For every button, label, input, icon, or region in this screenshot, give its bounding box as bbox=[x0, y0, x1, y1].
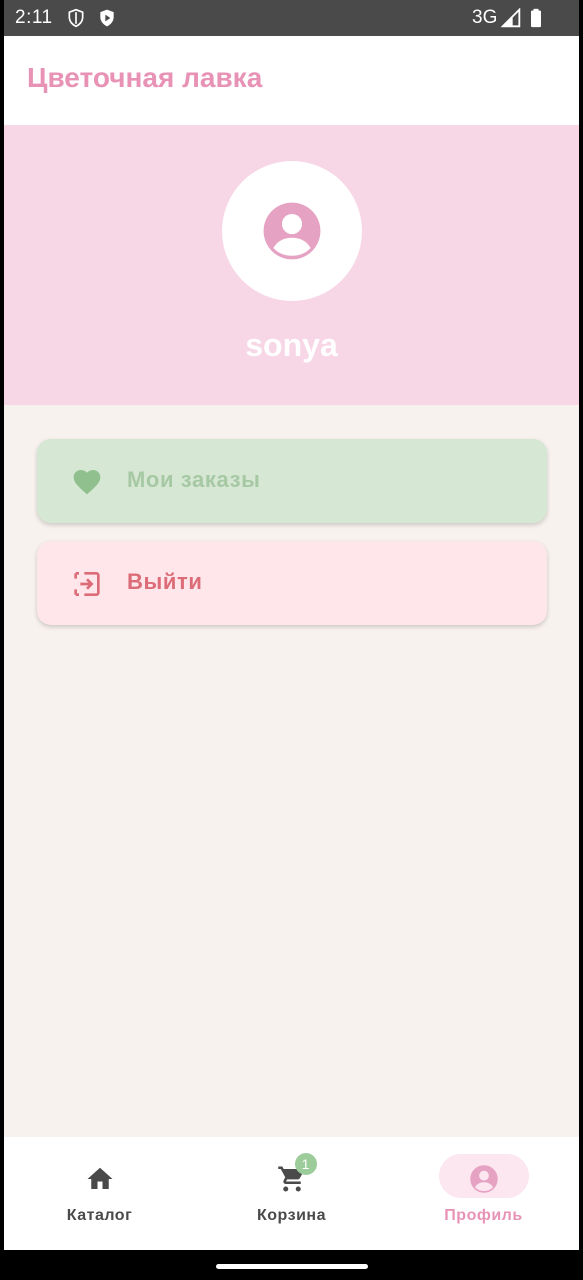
app-bar: Цветочная лавка bbox=[4, 36, 579, 125]
gesture-bar bbox=[4, 1250, 579, 1280]
account-circle-icon bbox=[263, 202, 321, 260]
battery-icon bbox=[531, 8, 541, 28]
my-orders-label: Мои заказы bbox=[127, 467, 261, 492]
home-gesture-handle[interactable] bbox=[216, 1264, 368, 1269]
app-title: Цветочная лавка bbox=[27, 62, 263, 93]
logout-label: Выйти bbox=[127, 569, 203, 594]
my-orders-button[interactable]: Мои заказы bbox=[37, 439, 547, 523]
cart-badge: 1 bbox=[294, 1153, 317, 1175]
avatar bbox=[222, 161, 362, 301]
app-screen: 2:11 3G Цветочная лавка sonya Мои заказы… bbox=[4, 0, 579, 1280]
play-protect-icon bbox=[100, 9, 114, 27]
cart-icon: 1 bbox=[272, 1153, 317, 1199]
nav-catalog[interactable]: Каталог bbox=[4, 1137, 195, 1250]
status-time: 2:11 bbox=[15, 7, 53, 28]
logout-icon bbox=[74, 572, 100, 596]
heart-icon bbox=[73, 470, 101, 495]
nav-catalog-label: Каталог bbox=[66, 1207, 133, 1224]
status-bar: 2:11 3G bbox=[4, 0, 579, 36]
bottom-navigation: Каталог 1 Корзина Профиль bbox=[4, 1137, 579, 1250]
shield-icon bbox=[68, 8, 84, 28]
profile-header: sonya bbox=[4, 125, 579, 405]
network-type: 3G bbox=[472, 7, 498, 28]
signal-icon bbox=[501, 8, 521, 28]
logout-button[interactable]: Выйти bbox=[37, 541, 547, 625]
nav-profile[interactable]: Профиль bbox=[388, 1137, 579, 1250]
username: sonya bbox=[245, 327, 338, 363]
home-icon bbox=[80, 1159, 120, 1199]
account-circle-icon bbox=[464, 1159, 504, 1199]
nav-profile-label: Профиль bbox=[444, 1207, 523, 1224]
nav-cart-label: Корзина bbox=[257, 1207, 326, 1224]
nav-cart[interactable]: 1 Корзина bbox=[196, 1137, 387, 1250]
